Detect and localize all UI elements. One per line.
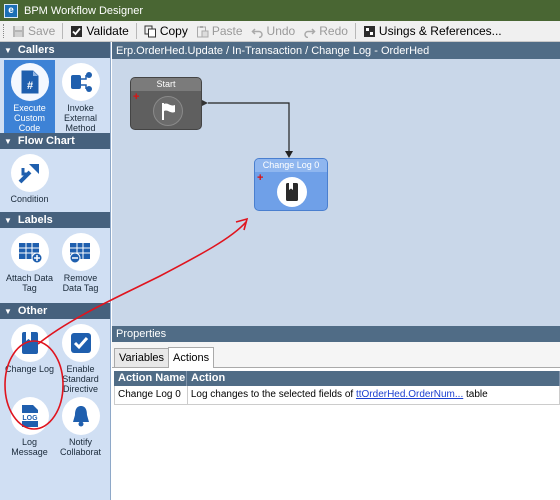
title-bar: e BPM Workflow Designer (0, 0, 560, 21)
branch-arrows-icon (10, 154, 49, 192)
execute-custom-code-tool[interactable]: # Execute Custom Code (4, 60, 55, 133)
epicor-e-icon: e (4, 3, 18, 18)
copy-icon (144, 25, 157, 38)
flag-icon (153, 96, 183, 126)
column-header-action[interactable]: Action (187, 371, 560, 386)
callers-section-header[interactable]: ▼ Callers (0, 42, 110, 58)
toolbar-separator (354, 23, 356, 39)
window-title: BPM Workflow Designer (24, 4, 143, 17)
properties-panel: Variables Actions Action Name Action Cha… (112, 342, 560, 500)
toolbar: Save Validate Copy Paste Undo Redo Using… (0, 21, 560, 42)
change-log-node[interactable]: Change Log 0 + (254, 158, 328, 211)
usages-icon (363, 25, 376, 38)
copy-button[interactable]: Copy (140, 22, 192, 41)
redo-button[interactable]: Redo (299, 22, 352, 41)
toolbox-sidebar: ▼ Callers # Execute Custom Code Invoke E… (0, 42, 111, 500)
bookmark-book-icon (10, 324, 49, 362)
usages-references-button[interactable]: Usings & References... (359, 22, 506, 41)
redo-arrow-icon (303, 25, 316, 38)
workflow-canvas-header: Erp.OrderHed.Update / In-Transaction / C… (112, 42, 560, 59)
svg-text:LOG: LOG (22, 415, 38, 422)
table-minus-icon (61, 233, 100, 271)
action-suffix: table (463, 389, 488, 400)
toolbar-separator (135, 23, 137, 39)
enable-standard-directive-tool[interactable]: Enable Standard Directive (55, 321, 106, 394)
validate-check-icon (70, 25, 83, 38)
action-name-cell: Change Log 0 (115, 386, 188, 404)
change-log-tool[interactable]: Change Log (4, 321, 55, 394)
toolbar-separator (62, 23, 64, 39)
workflow-canvas[interactable]: Start + Change Log 0 + (112, 59, 560, 326)
properties-header: Properties (112, 326, 560, 342)
attach-data-tag-tool[interactable]: Attach Data Tag (4, 230, 55, 303)
floppy-disk-icon (12, 25, 25, 38)
save-button[interactable]: Save (8, 22, 59, 41)
tab-actions[interactable]: Actions (168, 347, 215, 368)
action-text: Log changes to the selected fields of (190, 389, 356, 400)
table-plus-icon (10, 233, 49, 271)
chevron-down-icon: ▼ (4, 306, 12, 316)
grid-header: Action Name Action (114, 371, 560, 386)
start-node[interactable]: Start + (130, 77, 202, 130)
paste-button[interactable]: Paste (192, 22, 247, 41)
labels-tools: Attach Data Tag Remove Data Tag (0, 228, 110, 303)
hash-document-icon: # (10, 63, 49, 101)
chevron-down-icon: ▼ (4, 45, 12, 55)
plus-icon[interactable]: + (257, 172, 263, 184)
connector-icon (61, 63, 100, 101)
paste-icon (196, 25, 209, 38)
other-tools: Change Log Enable Standard Directive LOG… (0, 319, 110, 467)
undo-arrow-icon (250, 25, 264, 38)
bell-icon (61, 397, 100, 435)
log-document-icon: LOG (10, 397, 49, 435)
checkmark-icon (61, 324, 100, 362)
column-header-action-name[interactable]: Action Name (114, 371, 187, 386)
table-row[interactable]: Change Log 0 Log changes to the selected… (114, 386, 560, 405)
validate-button[interactable]: Validate (66, 22, 132, 41)
properties-tabs: Variables Actions (112, 342, 560, 368)
undo-button[interactable]: Undo (247, 22, 300, 41)
svg-text:#: # (26, 80, 32, 92)
chevron-down-icon: ▼ (4, 215, 12, 225)
invoke-external-method-tool[interactable]: Invoke External Method (55, 60, 106, 133)
fields-link[interactable]: ttOrderHed.OrderNum... (356, 389, 463, 400)
chevron-down-icon: ▼ (4, 136, 12, 146)
toolbar-grip[interactable] (3, 24, 6, 38)
bookmark-book-icon (277, 177, 307, 207)
callers-tools: # Execute Custom Code Invoke External Me… (0, 58, 110, 133)
tab-variables[interactable]: Variables (114, 348, 170, 367)
actions-grid: Action Name Action Change Log 0 Log chan… (114, 371, 560, 405)
flow-chart-section-header[interactable]: ▼ Flow Chart (0, 133, 110, 149)
log-message-tool[interactable]: LOG Log Message (4, 394, 55, 467)
plus-icon[interactable]: + (133, 91, 139, 103)
remove-data-tag-tool[interactable]: Remove Data Tag (55, 230, 106, 303)
other-section-header[interactable]: ▼ Other (0, 303, 110, 319)
action-cell: Log changes to the selected fields of tt… (188, 386, 560, 404)
notify-collaborator-tool[interactable]: Notify Collaborat (55, 394, 106, 467)
